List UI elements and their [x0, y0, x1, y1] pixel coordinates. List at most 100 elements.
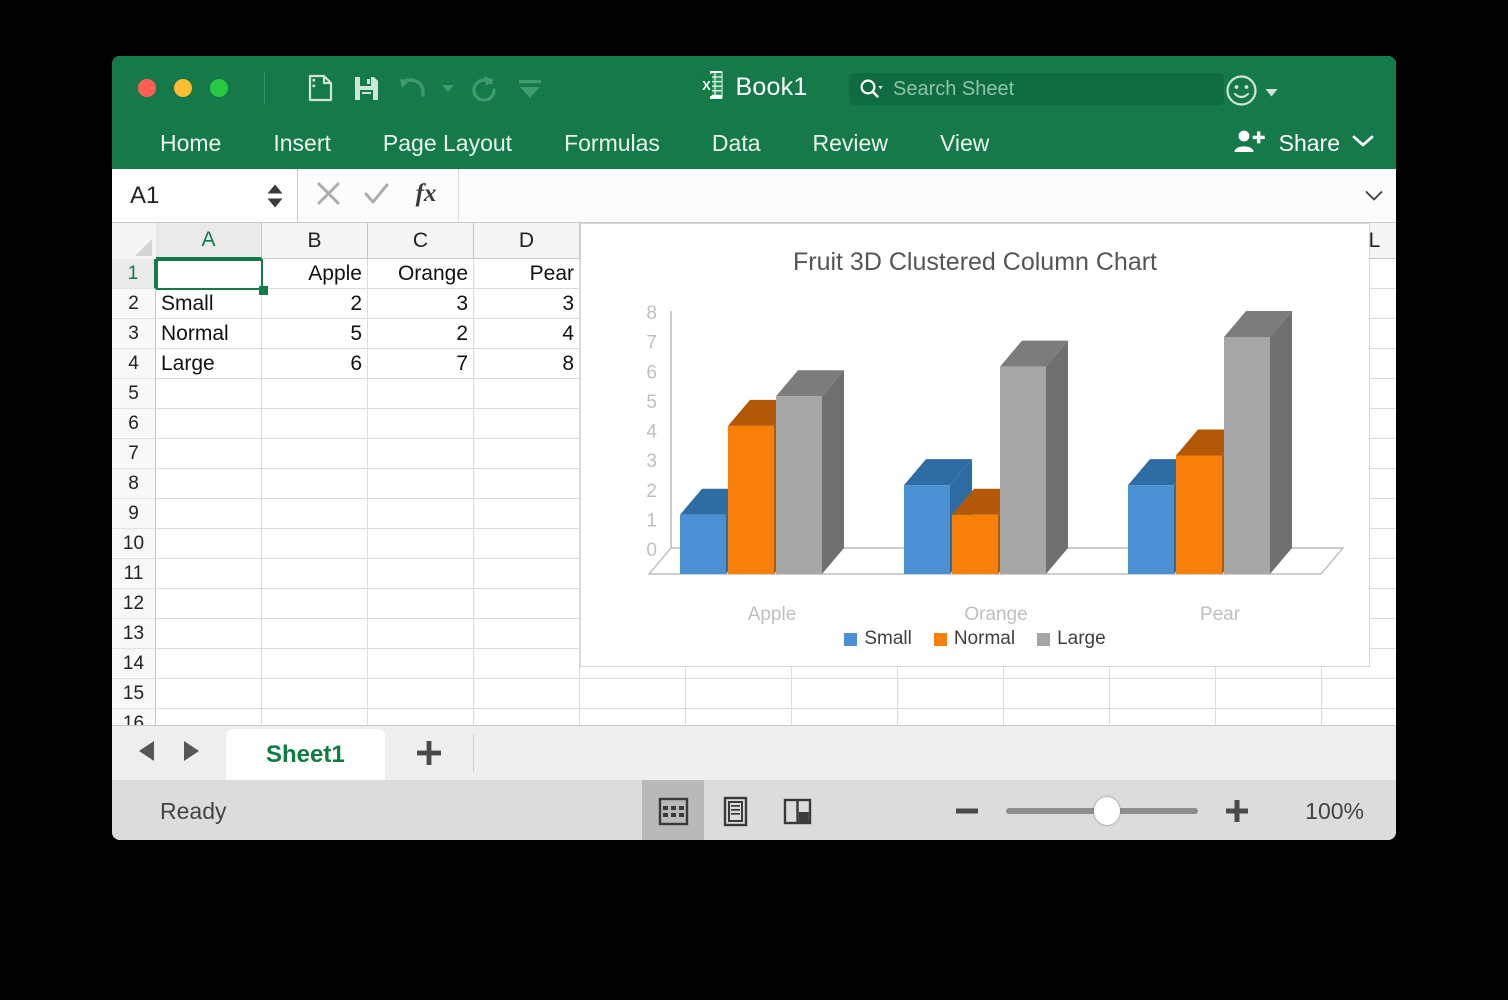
row-header-16[interactable]: 16 [112, 709, 156, 725]
spreadsheet-grid[interactable]: ABCDEFGHIJKL 12345678910111213141516 App… [112, 223, 1396, 725]
cell-D6[interactable] [474, 409, 580, 439]
cell-C14[interactable] [368, 649, 474, 679]
cell-D2[interactable]: 3 [474, 289, 580, 319]
row-header-11[interactable]: 11 [112, 559, 156, 589]
cell-B3[interactable]: 5 [262, 319, 368, 349]
cell-C11[interactable] [368, 559, 474, 589]
cell-D16[interactable] [474, 709, 580, 725]
cell-D14[interactable] [474, 649, 580, 679]
cell-C7[interactable] [368, 439, 474, 469]
undo-icon[interactable] [392, 70, 432, 106]
cell-B9[interactable] [262, 499, 368, 529]
cell-C2[interactable]: 3 [368, 289, 474, 319]
cell-C13[interactable] [368, 619, 474, 649]
cell-J16[interactable] [1110, 709, 1216, 725]
save-icon[interactable] [346, 70, 386, 106]
tab-insert[interactable]: Insert [247, 130, 357, 157]
row-header-6[interactable]: 6 [112, 409, 156, 439]
column-header-B[interactable]: B [262, 223, 368, 259]
maximize-window-button[interactable] [210, 79, 228, 97]
search-input[interactable]: Search Sheet [893, 78, 1014, 101]
insert-function-icon[interactable]: fx [412, 179, 440, 212]
row-header-8[interactable]: 8 [112, 469, 156, 499]
cell-A8[interactable] [156, 469, 262, 499]
account-menu[interactable] [1225, 74, 1278, 112]
cell-D13[interactable] [474, 619, 580, 649]
customize-toolbar-icon[interactable] [510, 70, 550, 106]
cell-D8[interactable] [474, 469, 580, 499]
cell-B8[interactable] [262, 469, 368, 499]
cell-K15[interactable] [1216, 679, 1322, 709]
cell-A16[interactable] [156, 709, 262, 725]
legend-item-small[interactable]: Small [844, 628, 912, 650]
cell-B5[interactable] [262, 379, 368, 409]
cell-D7[interactable] [474, 439, 580, 469]
sheet-tab-sheet1[interactable]: Sheet1 [226, 729, 385, 780]
tab-view[interactable]: View [914, 130, 1015, 157]
cell-H15[interactable] [898, 679, 1004, 709]
cell-A2[interactable]: Small [156, 289, 262, 319]
cell-C8[interactable] [368, 469, 474, 499]
cell-I16[interactable] [1004, 709, 1110, 725]
legend-item-normal[interactable]: Normal [933, 628, 1015, 650]
cell-A12[interactable] [156, 589, 262, 619]
page-break-view-icon[interactable] [766, 780, 828, 840]
triangle-left-icon[interactable] [136, 739, 158, 768]
normal-view-icon[interactable] [642, 780, 704, 840]
minimize-window-button[interactable] [174, 79, 192, 97]
column-header-A[interactable]: A [156, 223, 262, 259]
chart-object[interactable]: Fruit 3D Clustered Column Chart 01234567… [580, 223, 1370, 667]
cell-C5[interactable] [368, 379, 474, 409]
cell-K16[interactable] [1216, 709, 1322, 725]
formula-input[interactable] [459, 169, 1352, 222]
zoom-in-button[interactable] [1220, 794, 1254, 828]
cell-E15[interactable] [580, 679, 686, 709]
tab-data[interactable]: Data [686, 130, 787, 157]
cell-B7[interactable] [262, 439, 368, 469]
cell-A10[interactable] [156, 529, 262, 559]
cell-B6[interactable] [262, 409, 368, 439]
cell-D5[interactable] [474, 379, 580, 409]
cell-B2[interactable]: 2 [262, 289, 368, 319]
row-header-4[interactable]: 4 [112, 349, 156, 379]
tab-review[interactable]: Review [787, 130, 914, 157]
cancel-formula-icon[interactable] [316, 181, 341, 211]
row-header-1[interactable]: 1 [112, 259, 156, 289]
cell-A11[interactable] [156, 559, 262, 589]
cell-A6[interactable] [156, 409, 262, 439]
cell-D1[interactable]: Pear [474, 259, 580, 289]
cell-A4[interactable]: Large [156, 349, 262, 379]
cell-B14[interactable] [262, 649, 368, 679]
cell-D3[interactable]: 4 [474, 319, 580, 349]
close-window-button[interactable] [138, 79, 156, 97]
cell-D10[interactable] [474, 529, 580, 559]
triangle-right-icon[interactable] [180, 739, 202, 768]
confirm-formula-icon[interactable] [363, 181, 390, 211]
name-box[interactable]: A1 [112, 169, 298, 222]
row-header-13[interactable]: 13 [112, 619, 156, 649]
cell-B11[interactable] [262, 559, 368, 589]
cell-B1[interactable]: Apple [262, 259, 368, 289]
column-header-D[interactable]: D [474, 223, 580, 259]
cell-B15[interactable] [262, 679, 368, 709]
cell-A9[interactable] [156, 499, 262, 529]
cell-C3[interactable]: 2 [368, 319, 474, 349]
select-all-corner[interactable] [112, 223, 157, 260]
row-header-5[interactable]: 5 [112, 379, 156, 409]
row-header-10[interactable]: 10 [112, 529, 156, 559]
row-header-2[interactable]: 2 [112, 289, 156, 319]
cell-A13[interactable] [156, 619, 262, 649]
row-header-7[interactable]: 7 [112, 439, 156, 469]
zoom-slider[interactable] [1006, 797, 1198, 825]
tab-formulas[interactable]: Formulas [538, 130, 686, 157]
tab-home[interactable]: Home [134, 130, 247, 157]
cell-C16[interactable] [368, 709, 474, 725]
smiley-icon[interactable] [1225, 74, 1258, 112]
cell-C10[interactable] [368, 529, 474, 559]
legend-item-large[interactable]: Large [1037, 628, 1106, 650]
new-document-icon[interactable] [300, 70, 340, 106]
row-header-9[interactable]: 9 [112, 499, 156, 529]
cell-B12[interactable] [262, 589, 368, 619]
chevron-down-icon[interactable] [1265, 84, 1278, 102]
search-sheet-box[interactable]: Search Sheet [849, 73, 1224, 105]
